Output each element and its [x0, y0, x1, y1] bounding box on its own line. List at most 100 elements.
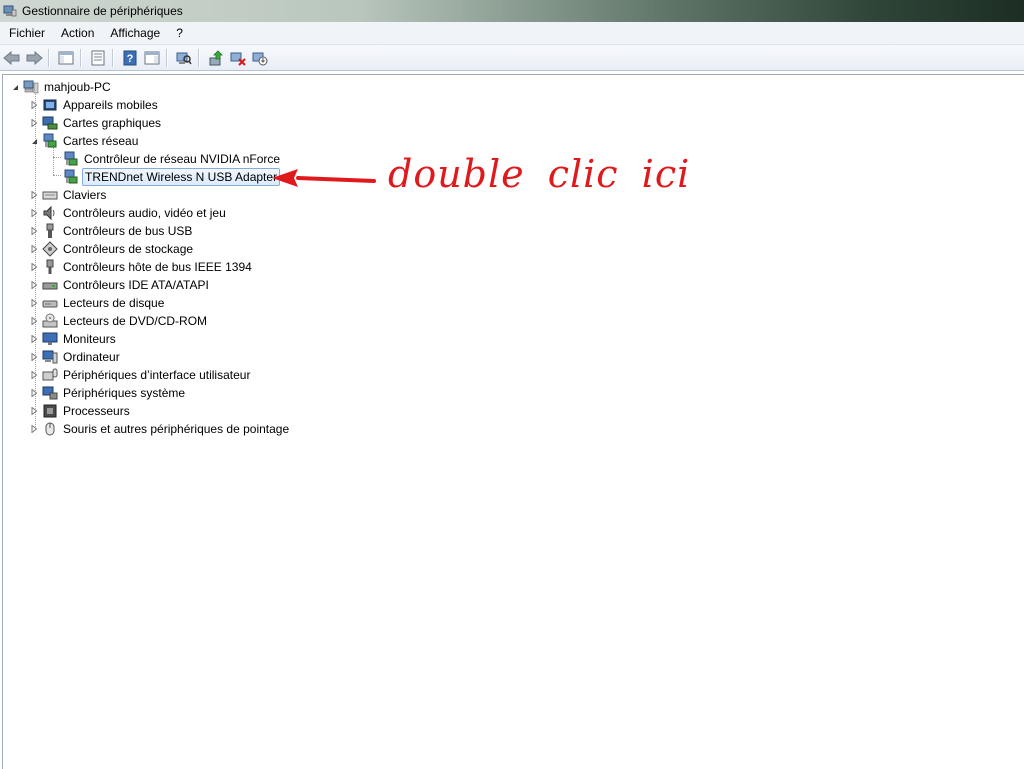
tree-category-label: Contrôleurs IDE ATA/ATAPI — [63, 278, 209, 292]
usb-plug-icon — [46, 223, 54, 238]
back-arrow-icon — [3, 50, 20, 65]
tree-category-lecteurs-dvd[interactable]: Lecteurs de DVD/CD-ROM — [30, 312, 209, 330]
tree-device-nvidia-nforce[interactable]: Contrôleur de réseau NVIDIA nForce — [60, 150, 282, 168]
network-adapter-icon — [64, 169, 78, 184]
tree-category-claviers[interactable]: Claviers — [30, 186, 108, 204]
show-hide-console-tree-button[interactable] — [56, 48, 76, 68]
processor-chip-icon — [43, 404, 57, 418]
collapsed-triangle-icon[interactable] — [30, 227, 39, 236]
computer-icon — [23, 80, 39, 94]
annotation-text: double clic ici — [388, 152, 691, 196]
tree-root-label: mahjoub-PC — [44, 80, 111, 94]
collapsed-triangle-icon[interactable] — [30, 101, 39, 110]
tree-category-label: Cartes réseau — [63, 134, 139, 148]
tree-category-controleurs-usb[interactable]: Contrôleurs de bus USB — [30, 222, 194, 240]
tree-category-controleurs-audio[interactable]: Contrôleurs audio, vidéo et jeu — [30, 204, 228, 222]
expanded-triangle-icon[interactable] — [11, 83, 20, 92]
collapsed-triangle-icon[interactable] — [30, 353, 39, 362]
tree-root-node[interactable]: mahjoub-PC — [11, 78, 113, 96]
computer-icon — [42, 350, 58, 364]
tree-category-cartes-reseau[interactable]: Cartes réseau — [30, 132, 140, 150]
menu-fichier[interactable]: Fichier — [2, 23, 52, 43]
collapsed-triangle-icon[interactable] — [30, 245, 39, 254]
title-bar[interactable]: Gestionnaire de périphériques — [0, 0, 1024, 22]
collapsed-triangle-icon[interactable] — [30, 191, 39, 200]
menu-affichage[interactable]: Affichage — [103, 23, 167, 43]
tree-category-label: Cartes graphiques — [63, 116, 162, 130]
tree-category-souris[interactable]: Souris et autres périphériques de pointa… — [30, 420, 291, 438]
collapsed-triangle-icon[interactable] — [30, 389, 39, 398]
tree-category-processeurs[interactable]: Processeurs — [30, 402, 132, 420]
disable-icon — [252, 52, 268, 65]
expanded-triangle-icon[interactable] — [30, 137, 39, 146]
action-pane-button[interactable] — [142, 48, 162, 68]
tree-category-controleurs-ieee1394[interactable]: Contrôleurs hôte de bus IEEE 1394 — [30, 258, 254, 276]
menu-bar: Fichier Action Affichage ? — [0, 22, 1024, 45]
tree-category-lecteurs-disque[interactable]: Lecteurs de disque — [30, 294, 166, 312]
collapsed-triangle-icon[interactable] — [30, 425, 39, 434]
menu-help[interactable]: ? — [169, 23, 190, 43]
collapsed-triangle-icon[interactable] — [30, 335, 39, 344]
action-pane-icon — [144, 51, 160, 64]
uninstall-icon — [230, 52, 246, 66]
tree-category-label: Contrôleurs de stockage — [63, 242, 194, 256]
display-adapter-icon — [42, 116, 58, 130]
window-title: Gestionnaire de périphériques — [22, 4, 183, 18]
firewire-plug-icon — [46, 259, 54, 274]
ide-controller-icon — [42, 282, 58, 290]
forward-button[interactable] — [24, 48, 44, 68]
tree-category-cartes-graphiques[interactable]: Cartes graphiques — [30, 114, 163, 132]
network-adapter-icon — [64, 151, 78, 166]
collapsed-triangle-icon[interactable] — [30, 281, 39, 290]
keyboard-icon — [42, 191, 58, 200]
tree-category-controleurs-ide[interactable]: Contrôleurs IDE ATA/ATAPI — [30, 276, 211, 294]
network-adapter-icon — [43, 133, 57, 148]
update-driver-button[interactable] — [206, 48, 226, 68]
collapsed-triangle-icon[interactable] — [30, 317, 39, 326]
tree-category-moniteurs[interactable]: Moniteurs — [30, 330, 118, 348]
toolbar-separator — [198, 48, 200, 67]
tree-category-ordinateur[interactable]: Ordinateur — [30, 348, 122, 366]
collapsed-triangle-icon[interactable] — [30, 119, 39, 128]
collapsed-triangle-icon[interactable] — [30, 263, 39, 272]
collapsed-triangle-icon[interactable] — [30, 371, 39, 380]
collapsed-triangle-icon[interactable] — [30, 407, 39, 416]
help-button[interactable]: ? — [120, 48, 140, 68]
hid-device-icon — [42, 368, 58, 381]
tree-device-label-selected: TRENDnet Wireless N USB Adapter — [82, 168, 281, 186]
properties-button[interactable] — [88, 48, 108, 68]
tree-category-label: Lecteurs de disque — [63, 296, 165, 310]
tree-category-label: Ordinateur — [63, 350, 120, 364]
tree-guide-line — [53, 147, 54, 175]
menu-action[interactable]: Action — [54, 23, 101, 43]
monitor-icon — [42, 332, 58, 345]
speaker-icon — [43, 205, 55, 221]
tree-category-label: Contrôleurs hôte de bus IEEE 1394 — [63, 260, 252, 274]
uninstall-button[interactable] — [228, 48, 248, 68]
tree-category-label: Appareils mobiles — [63, 98, 158, 112]
dvd-drive-icon — [42, 313, 58, 328]
help-icon: ? — [123, 50, 137, 65]
collapsed-triangle-icon[interactable] — [30, 209, 39, 218]
collapsed-triangle-icon[interactable] — [30, 299, 39, 308]
mouse-icon — [45, 422, 55, 436]
scan-hardware-button[interactable] — [174, 48, 194, 68]
hard-disk-icon — [42, 300, 58, 308]
tree-device-trendnet-adapter[interactable]: TRENDnet Wireless N USB Adapter — [60, 168, 281, 186]
tree-category-hid[interactable]: Périphériques d’interface utilisateur — [30, 366, 252, 384]
disable-button[interactable] — [250, 48, 270, 68]
tree-category-label: Périphériques système — [63, 386, 186, 400]
storage-controller-icon — [42, 241, 58, 257]
tree-category-label: Contrôleurs audio, vidéo et jeu — [63, 206, 226, 220]
tree-category-controleurs-stockage[interactable]: Contrôleurs de stockage — [30, 240, 195, 258]
device-manager-app-icon — [3, 5, 17, 17]
tree-category-label: Lecteurs de DVD/CD-ROM — [63, 314, 208, 328]
mobile-device-icon — [43, 99, 57, 111]
back-button[interactable] — [2, 48, 22, 68]
tree-category-peripheriques-systeme[interactable]: Périphériques système — [30, 384, 187, 402]
toolbar-separator — [112, 48, 114, 67]
tree-category-appareils-mobiles[interactable]: Appareils mobiles — [30, 96, 160, 114]
update-driver-icon — [209, 49, 223, 65]
toolbar-separator — [80, 48, 82, 67]
tree-category-label: Contrôleurs de bus USB — [63, 224, 193, 238]
